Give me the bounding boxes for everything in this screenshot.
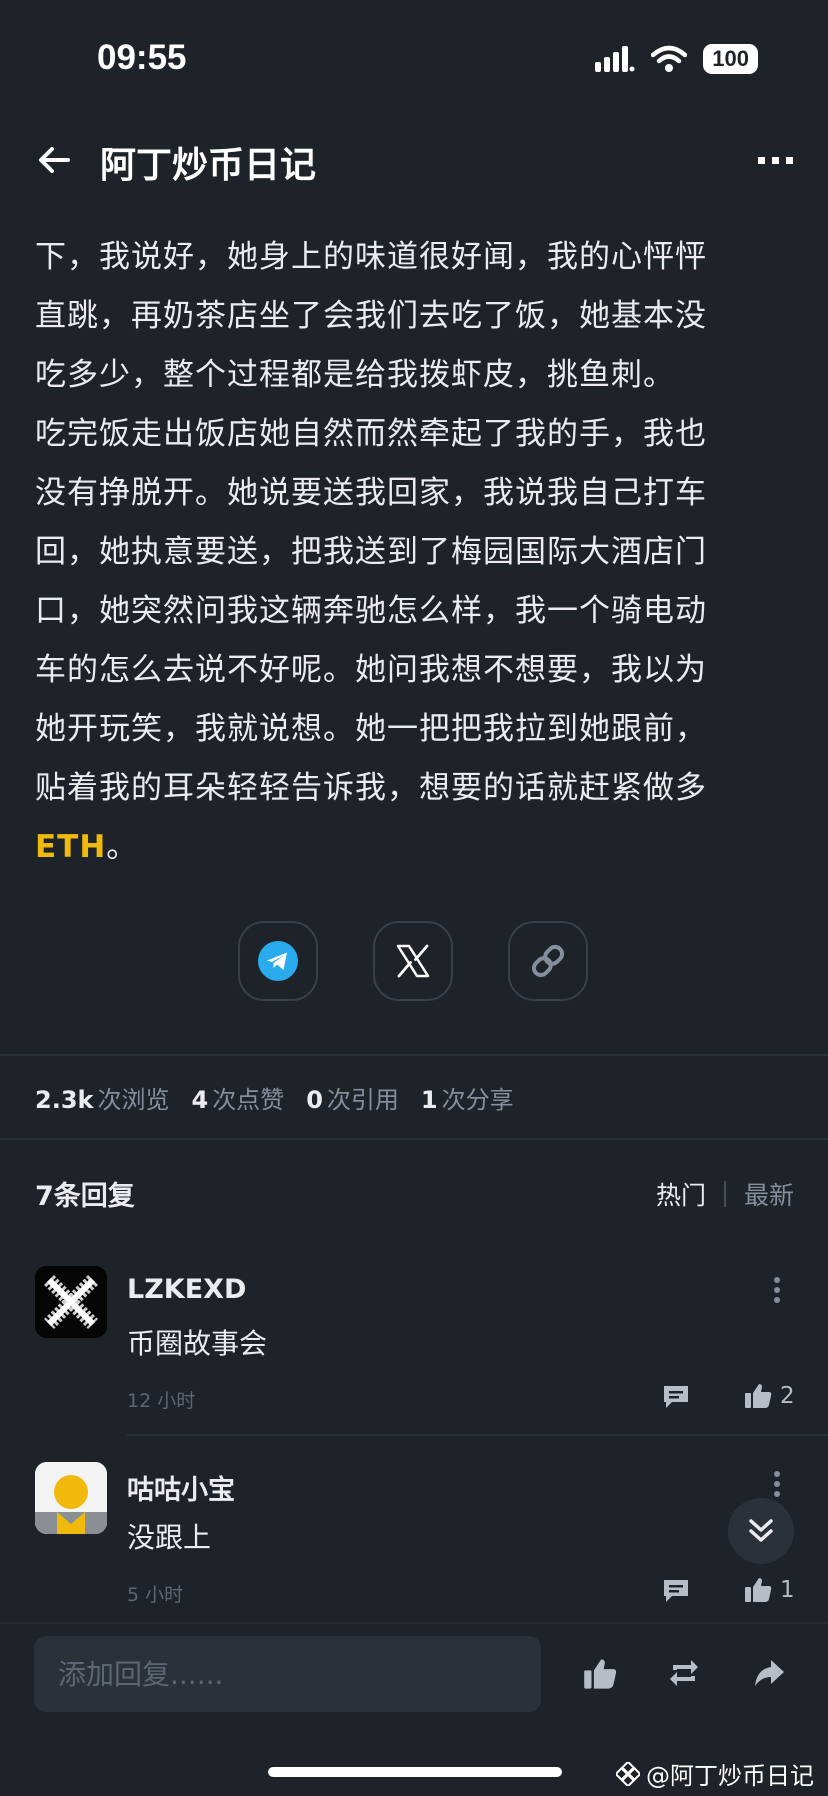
article-line: 直跳，再奶茶店坐了会我们去吃了饭，她基本没 xyxy=(35,298,707,334)
sort-separator xyxy=(723,1181,726,1207)
repost-icon[interactable] xyxy=(667,1656,701,1690)
article-line: 车的怎么去说不好呢。她问我想不想要，我以为 xyxy=(35,652,707,688)
comment-text: 没跟上 xyxy=(127,1521,212,1554)
comment-like-button[interactable]: 1 xyxy=(744,1577,795,1603)
comment-username[interactable]: LZKEXD xyxy=(127,1274,246,1305)
article-tail: 。 xyxy=(106,829,139,865)
more-horizontal-icon[interactable] xyxy=(758,150,794,170)
article-line: 没有挣脱开。她说要送我回家，我说我自己打车 xyxy=(35,475,707,511)
arrow-left-icon[interactable] xyxy=(34,140,74,180)
page-title: 阿丁炒币日记 xyxy=(100,145,317,186)
reply-comment-icon[interactable] xyxy=(662,1577,690,1605)
article-line: 下，我说好，她身上的味道很好闻，我的心怦怦 xyxy=(35,239,707,275)
link-icon xyxy=(531,944,565,978)
stat-shares: 1 次分享 xyxy=(420,1086,514,1114)
avatar-x-pattern-icon xyxy=(35,1266,107,1338)
comment-time: 5 小时 xyxy=(127,1584,184,1606)
reply-input[interactable] xyxy=(34,1636,541,1712)
scroll-to-bottom-button[interactable] xyxy=(728,1498,794,1564)
share-telegram-button[interactable] xyxy=(238,921,318,1001)
sort-hot-tab[interactable]: 热门 xyxy=(656,1176,706,1212)
article-line: 吃完饭走出饭店她自然而然牵起了我的手，我也 xyxy=(35,416,707,452)
avatar[interactable] xyxy=(35,1266,107,1338)
share-forward-icon[interactable] xyxy=(753,1658,785,1688)
comment-divider xyxy=(127,1434,828,1436)
reply-sort-toggle: 热门 最新 xyxy=(656,1176,794,1212)
divider xyxy=(0,1054,828,1056)
double-chevron-down-icon xyxy=(749,1519,773,1542)
post-stats: 2.3k 次浏览 4 次点赞 0 次引用 1 次分享 xyxy=(35,1080,514,1115)
article-line: 她开玩笑，我就说想。她一把把我拉到她跟前， xyxy=(35,711,707,747)
thumbs-up-icon xyxy=(745,1384,772,1408)
battery-indicator: 100 xyxy=(703,44,758,74)
thumbs-up-icon xyxy=(745,1578,772,1602)
eth-coin-link[interactable]: ETH xyxy=(35,829,106,865)
sort-new-tab[interactable]: 最新 xyxy=(744,1176,794,1212)
comment-more-icon[interactable] xyxy=(773,1470,781,1498)
article-line: 口，她突然问我这辆奔驰怎么样，我一个骑电动 xyxy=(35,593,707,629)
avatar-yellow-figure-icon xyxy=(35,1462,107,1534)
comment-username[interactable]: 咕咕小宝 xyxy=(127,1468,235,1507)
article-line: 吃多少，整个过程都是给我拨虾皮，挑鱼刺。 xyxy=(35,357,675,393)
comment-text: 币圈故事会 xyxy=(127,1327,268,1360)
reply-comment-icon[interactable] xyxy=(662,1383,690,1411)
comment-like-count: 1 xyxy=(780,1577,795,1603)
copy-link-button[interactable] xyxy=(508,921,588,1001)
stat-quotes: 0 次引用 xyxy=(306,1086,399,1114)
stat-likes: 4 次点赞 xyxy=(191,1086,285,1114)
article-line-last: ETH。 xyxy=(35,818,800,877)
replies-count-title: 7条回复 xyxy=(35,1181,135,1212)
avatar[interactable] xyxy=(35,1462,107,1534)
comment-like-count: 2 xyxy=(780,1383,795,1409)
telegram-icon xyxy=(258,941,298,981)
binance-logo-icon xyxy=(616,1761,640,1786)
watermark-text: @阿丁炒币日记 xyxy=(646,1762,814,1790)
comment-time: 12 小时 xyxy=(127,1390,196,1412)
thumbs-up-icon[interactable] xyxy=(583,1658,617,1690)
stat-views: 2.3k 次浏览 xyxy=(35,1086,170,1114)
cellular-signal-icon xyxy=(595,46,635,72)
comment-more-icon[interactable] xyxy=(773,1276,781,1304)
article-line: 回，她执意要送，把我送到了梅园国际大酒店门 xyxy=(35,534,707,570)
comment-like-button[interactable]: 2 xyxy=(744,1383,795,1409)
status-icons: 100 xyxy=(595,44,758,74)
divider xyxy=(0,1622,828,1624)
article-body: 下，我说好，她身上的味道很好闻，我的心怦怦 直跳，再奶茶店坐了会我们去吃了饭，她… xyxy=(35,228,800,877)
wifi-icon xyxy=(651,45,688,72)
home-indicator xyxy=(268,1767,562,1777)
share-x-button[interactable] xyxy=(373,921,453,1001)
divider xyxy=(0,1138,828,1140)
status-time: 09:55 xyxy=(97,38,187,77)
x-icon xyxy=(396,944,430,978)
article-line: 贴着我的耳朵轻轻告诉我，想要的话就赶紧做多 xyxy=(35,770,707,806)
watermark: @阿丁炒币日记 xyxy=(616,1756,814,1791)
